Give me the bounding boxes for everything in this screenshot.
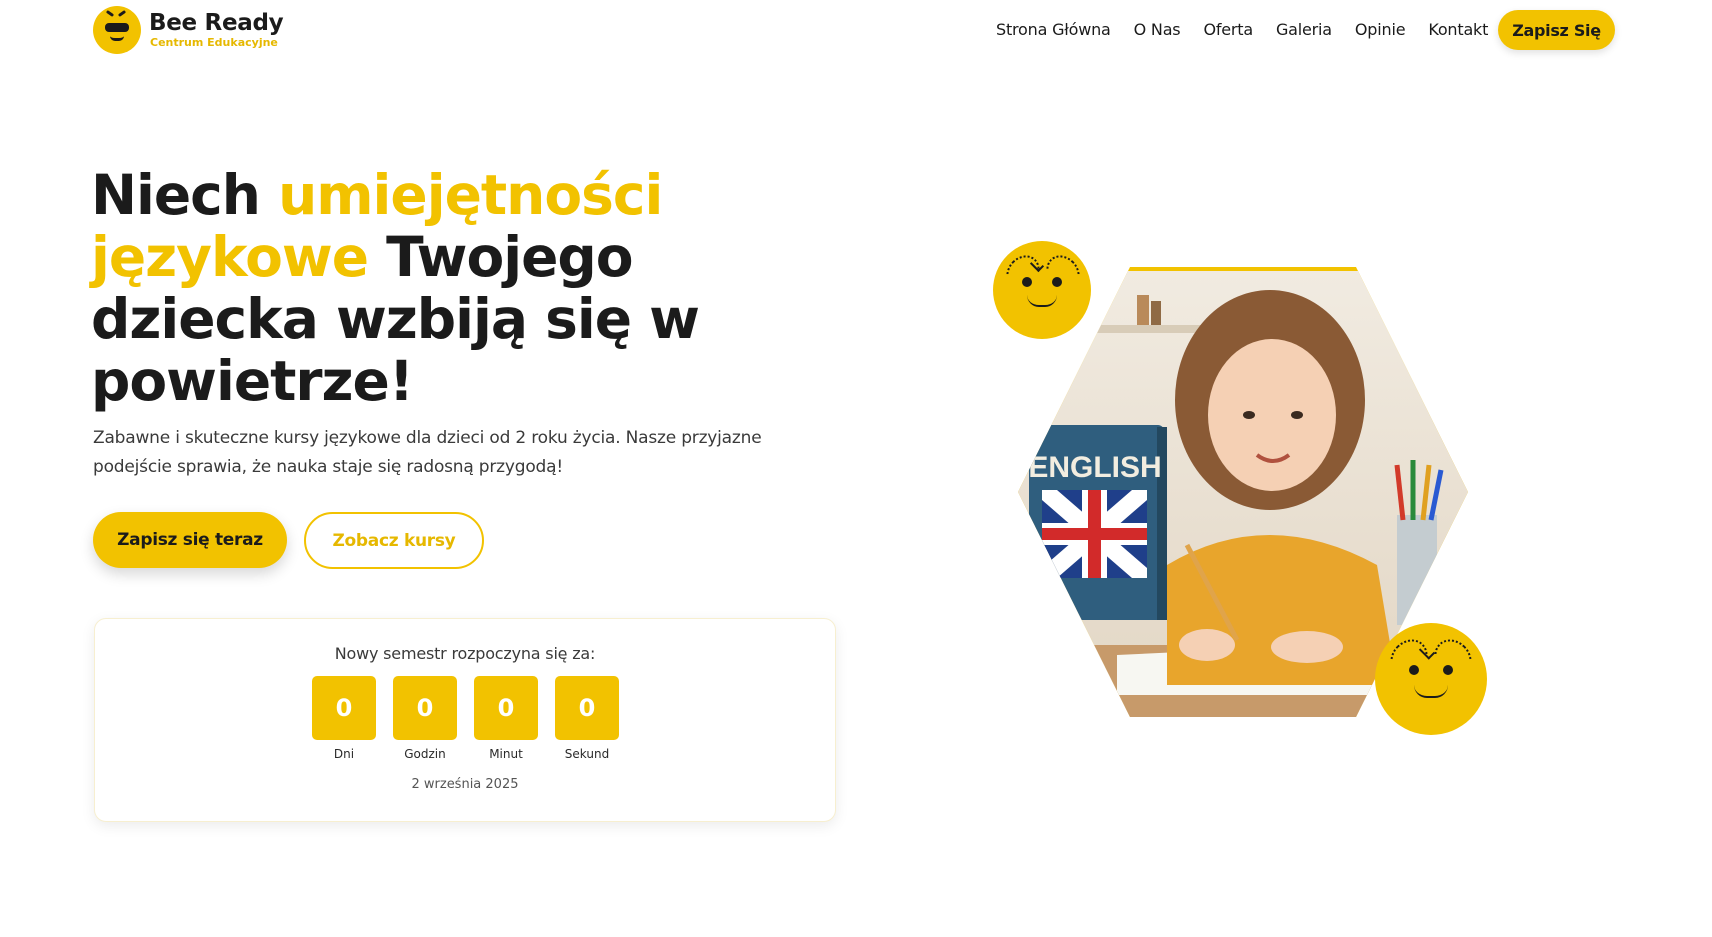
hero-title-part1: Niech (91, 163, 279, 227)
countdown-seconds-value: 0 (555, 676, 619, 740)
logo-link[interactable]: Bee Ready Centrum Edukacyjne (93, 6, 284, 54)
nav-link-about[interactable]: O Nas (1134, 20, 1181, 39)
countdown-date: 2 września 2025 (411, 777, 519, 792)
nav-link-reviews[interactable]: Opinie (1355, 20, 1406, 39)
smiley-bee-icon-bottom (1375, 623, 1487, 735)
hero-subtitle: Zabawne i skuteczne kursy językowe dla d… (93, 428, 762, 477)
countdown-days-label: Dni (333, 747, 355, 761)
signup-nav-button[interactable]: Zapisz Się (1498, 10, 1615, 50)
see-courses-button[interactable]: Zobacz kursy (304, 512, 484, 569)
nav-link-offer[interactable]: Oferta (1203, 20, 1253, 39)
countdown-minutes-label: Minut (489, 747, 523, 761)
countdown-hours-value: 0 (393, 676, 457, 740)
book-title-text: ENGLISH (1028, 451, 1161, 484)
smiley-bee-icon (993, 241, 1091, 339)
countdown-card: Nowy semestr rozpoczyna się za: 0 Dni 0 … (94, 618, 836, 822)
countdown-title: Nowy semestr rozpoczyna się za: (334, 644, 596, 663)
site-header: Bee Ready Centrum Edukacyjne Strona Głów… (0, 0, 1712, 62)
countdown-hours-label: Godzin (404, 747, 446, 761)
countdown-seconds-label: Sekund (564, 747, 610, 761)
countdown-hours: 0 Godzin (393, 676, 457, 761)
nav-link-contact[interactable]: Kontakt (1428, 20, 1488, 39)
countdown-minutes-value: 0 (474, 676, 538, 740)
signup-now-button[interactable]: Zapisz się teraz (93, 512, 287, 568)
nav-link-gallery[interactable]: Galeria (1276, 20, 1332, 39)
hero-title: Niech umiejętności językowe Twojego dzie… (91, 164, 731, 412)
countdown-minutes: 0 Minut (474, 676, 538, 761)
page: Bee Ready Centrum Edukacyjne Strona Głów… (0, 0, 1712, 937)
bee-logo-icon (93, 6, 141, 54)
main-nav: Strona Główna O Nas Oferta Galeria Opini… (996, 20, 1511, 39)
countdown-days: 0 Dni (312, 676, 376, 761)
countdown-days-value: 0 (312, 676, 376, 740)
nav-link-home[interactable]: Strona Główna (996, 20, 1111, 39)
logo-text: Bee Ready Centrum Edukacyjne (149, 9, 284, 50)
countdown-seconds: 0 Sekund (555, 676, 619, 761)
logo-title: Bee Ready (149, 9, 284, 36)
logo-subtitle: Centrum Edukacyjne (150, 35, 278, 49)
